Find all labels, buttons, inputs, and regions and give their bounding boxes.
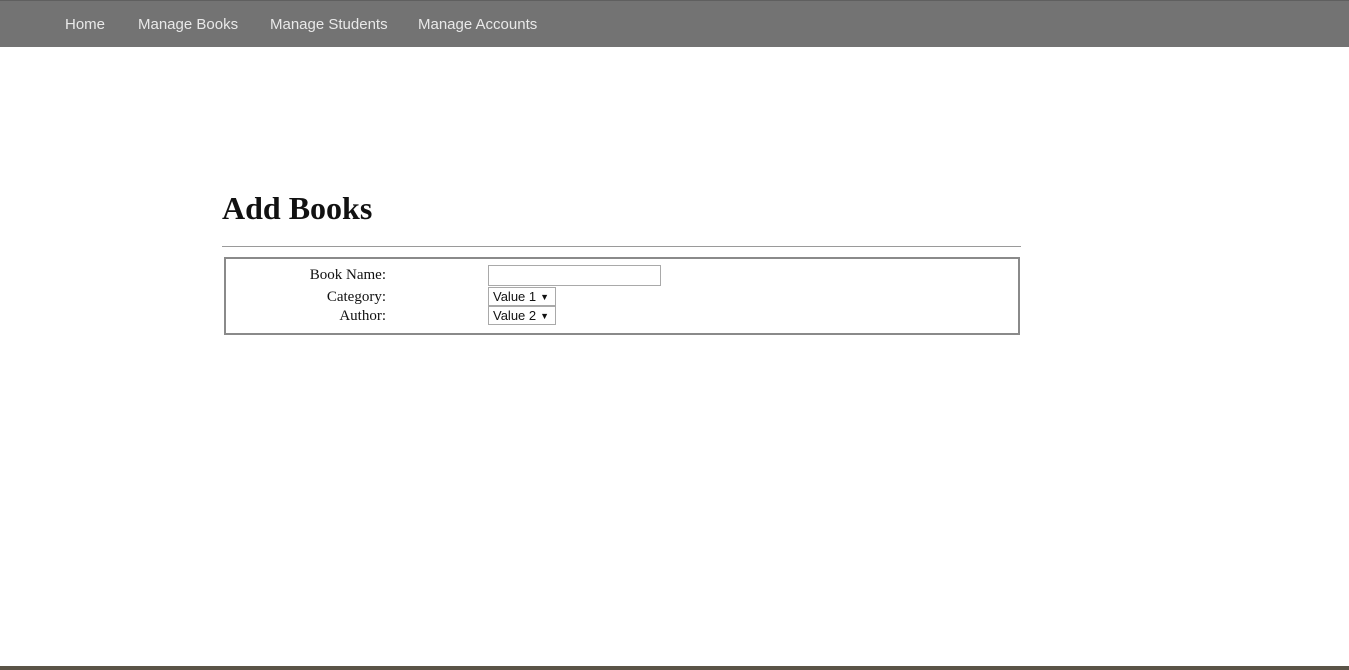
page-title: Add Books <box>222 190 373 226</box>
nav-manage-accounts-link[interactable]: Manage Accounts <box>418 16 537 34</box>
nav-home-link[interactable]: Home <box>65 16 105 34</box>
nav-manage-students-link[interactable]: Manage Students <box>270 16 388 34</box>
title-divider <box>222 246 1021 247</box>
chevron-down-icon: ▼ <box>540 292 550 302</box>
author-selected-value: Value 2 <box>493 308 537 323</box>
bottom-window-edge <box>0 666 1349 670</box>
book-name-input[interactable] <box>488 265 661 286</box>
category-select[interactable]: Value 1 ▼ <box>488 287 557 306</box>
category-label: Category: <box>326 289 386 305</box>
book-name-label: Book Name: <box>309 267 386 283</box>
top-navbar: Home Manage Books Manage Students Manage… <box>0 0 1349 47</box>
nav-manage-books-link[interactable]: Manage Books <box>138 16 238 34</box>
author-select[interactable]: Value 2 ▼ <box>488 306 557 325</box>
chevron-down-icon: ▼ <box>540 311 550 321</box>
add-book-form: Book Name: Category: Value 1 ▼ Author: Va… <box>224 257 1020 335</box>
author-label: Author: <box>339 308 386 324</box>
category-selected-value: Value 1 <box>493 289 537 304</box>
